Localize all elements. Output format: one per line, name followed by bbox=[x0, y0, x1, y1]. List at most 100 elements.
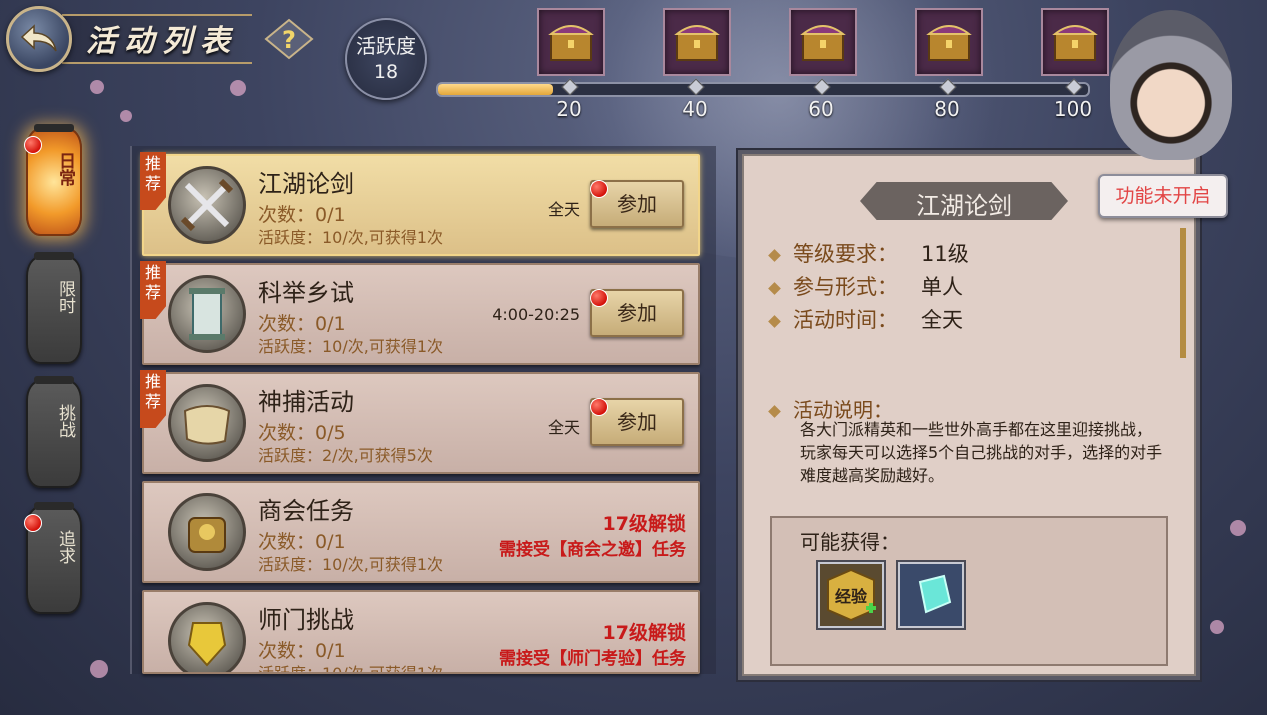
treasure-pot-icon bbox=[168, 493, 246, 571]
mode-value: 单人 bbox=[921, 275, 963, 299]
blossom-decoration bbox=[120, 110, 132, 122]
page-title: 活动列表 bbox=[86, 24, 238, 59]
lantern-cap bbox=[34, 376, 74, 384]
activity-row-shenbu[interactable]: 推荐 神捕活动 次数：0/5 活跃度：2/次,可获得5次 全天 参加 bbox=[140, 370, 700, 474]
detail-title: 江湖论剑 bbox=[916, 192, 1012, 220]
tassel-decoration bbox=[1180, 228, 1186, 358]
activity-description: 各大门派精英和一些世外高手都在这里迎接挑战，玩家每天可以选择5个自己挑战的对手，… bbox=[800, 420, 1163, 485]
activity-name: 商会任务 bbox=[258, 497, 354, 525]
unlock-requirement: 需接受【商会之邀】任务 bbox=[499, 540, 686, 560]
reward-crystal[interactable] bbox=[898, 562, 964, 628]
notification-dot bbox=[24, 514, 42, 532]
treasure-chest-icon bbox=[1052, 25, 1098, 61]
tab-label: 限时 bbox=[55, 280, 75, 314]
activity-count: 次数：0/1 bbox=[258, 313, 346, 335]
activity-points-value: 18 bbox=[373, 61, 399, 83]
activity-name: 师门挑战 bbox=[258, 606, 354, 634]
notification-dot bbox=[590, 398, 608, 416]
wanted-scroll-icon bbox=[168, 384, 246, 462]
token-icon bbox=[168, 602, 246, 672]
help-icon-text: ? bbox=[282, 26, 296, 54]
npc-avatar bbox=[1110, 10, 1232, 160]
level-key: 等级要求： bbox=[793, 242, 898, 266]
time-key: 活动时间： bbox=[793, 308, 898, 332]
unlock-requirement: 需接受【师门考验】任务 bbox=[499, 649, 686, 669]
level-value: 11级 bbox=[921, 242, 969, 266]
lantern-cap bbox=[34, 124, 74, 132]
tab-label: 追求 bbox=[55, 530, 75, 564]
lantern-cap bbox=[34, 252, 74, 260]
milestone-label: 80 bbox=[934, 97, 960, 121]
function-locked-button[interactable]: 功能未开启 bbox=[1098, 174, 1228, 218]
reward-chest-60[interactable] bbox=[789, 8, 857, 76]
treasure-chest-icon bbox=[548, 25, 594, 61]
diamond-bullet-icon bbox=[768, 248, 781, 262]
level-requirement-row: 等级要求： 11级 bbox=[768, 238, 969, 268]
treasure-chest-icon bbox=[800, 25, 846, 61]
activity-time: 全天 bbox=[547, 200, 580, 219]
activity-row-jianghu[interactable]: 推荐 江湖论剑 次数：0/1 活跃度：10/次,可获得1次 全天 参加 bbox=[140, 152, 700, 256]
activity-points: 活跃度：10/次,可获得1次 bbox=[258, 337, 444, 356]
tab-daily[interactable]: 日常 bbox=[24, 124, 82, 236]
exp-plus-icon: 经验 bbox=[827, 568, 876, 622]
milestone-label: 20 bbox=[556, 97, 582, 121]
reward-chest-100[interactable] bbox=[1041, 8, 1109, 76]
activity-time: 4:00-20:25 bbox=[492, 305, 580, 324]
milestone-label: 40 bbox=[682, 97, 708, 121]
reward-chest-40[interactable] bbox=[663, 8, 731, 76]
tab-challenge[interactable]: 挑战 bbox=[26, 376, 82, 488]
activity-count: 次数：0/1 bbox=[258, 531, 346, 553]
activity-name: 科举乡试 bbox=[258, 279, 354, 307]
diamond-bullet-icon bbox=[768, 405, 781, 418]
tab-limited[interactable]: 限时 bbox=[26, 252, 82, 364]
activity-points-badge: 活跃度 18 bbox=[345, 18, 427, 100]
recommend-badge: 推荐 bbox=[140, 370, 166, 428]
activity-points: 活跃度：2/次,可获得5次 bbox=[258, 446, 433, 465]
activity-name: 江湖论剑 bbox=[258, 170, 354, 198]
scroll-icon bbox=[168, 275, 246, 353]
unlock-level: 17级解锁 bbox=[602, 622, 686, 644]
blossom-decoration bbox=[1230, 520, 1246, 536]
notification-dot bbox=[590, 289, 608, 307]
tab-label: 挑战 bbox=[55, 404, 75, 438]
activity-time-row: 活动时间： 全天 bbox=[768, 304, 963, 334]
blossom-decoration bbox=[1210, 620, 1224, 634]
unlock-level: 17级解锁 bbox=[602, 513, 686, 535]
crossed-swords-icon bbox=[168, 166, 246, 244]
activity-name: 神捕活动 bbox=[258, 388, 354, 416]
activity-row-shimen[interactable]: 师门挑战 次数：0/1 活跃度：10/次,可获得1次 17级解锁 需接受【师门考… bbox=[142, 590, 700, 674]
exp-icon-text: 经验 bbox=[835, 587, 868, 606]
notification-dot bbox=[590, 180, 608, 198]
activity-points: 活跃度：10/次,可获得1次 bbox=[258, 555, 444, 574]
notification-dot bbox=[24, 136, 42, 154]
help-icon: ? bbox=[264, 18, 314, 60]
blossom-decoration bbox=[230, 80, 246, 96]
activity-count: 次数：0/1 bbox=[258, 640, 346, 662]
tab-label: 日常 bbox=[55, 152, 75, 186]
activity-progress-fill bbox=[438, 84, 554, 95]
activity-row-keju[interactable]: 推荐 科举乡试 次数：0/1 活跃度：10/次,可获得1次 4:00-20:25… bbox=[140, 261, 700, 365]
activity-row-shanghui[interactable]: 商会任务 次数：0/1 活跃度：10/次,可获得1次 17级解锁 需接受【商会之… bbox=[142, 481, 700, 583]
activity-progress-bar bbox=[436, 82, 1090, 97]
tab-pursuit[interactable]: 追求 bbox=[24, 502, 82, 614]
activity-count: 次数：0/5 bbox=[258, 422, 346, 444]
reward-chest-20[interactable] bbox=[537, 8, 605, 76]
reward-chest-80[interactable] bbox=[915, 8, 983, 76]
back-button[interactable] bbox=[6, 6, 72, 72]
diamond-bullet-icon bbox=[768, 281, 781, 295]
time-value: 全天 bbox=[921, 308, 963, 332]
milestone-label: 100 bbox=[1053, 97, 1093, 121]
lantern-cap bbox=[34, 502, 74, 510]
activity-time: 全天 bbox=[547, 418, 580, 437]
blossom-decoration bbox=[90, 660, 108, 678]
crystal-icon bbox=[918, 574, 952, 614]
help-button[interactable]: ? bbox=[264, 18, 314, 60]
reward-exp[interactable]: 经验 bbox=[818, 562, 884, 628]
recommend-badge: 推荐 bbox=[140, 152, 166, 210]
participation-mode-row: 参与形式： 单人 bbox=[768, 271, 963, 301]
activity-points: 活跃度：10/次,可获得1次 bbox=[258, 228, 444, 247]
treasure-chest-icon bbox=[926, 25, 972, 61]
activity-points-label: 活跃度 bbox=[356, 34, 416, 58]
mode-key: 参与形式： bbox=[793, 275, 898, 299]
milestone-label: 60 bbox=[808, 97, 834, 121]
